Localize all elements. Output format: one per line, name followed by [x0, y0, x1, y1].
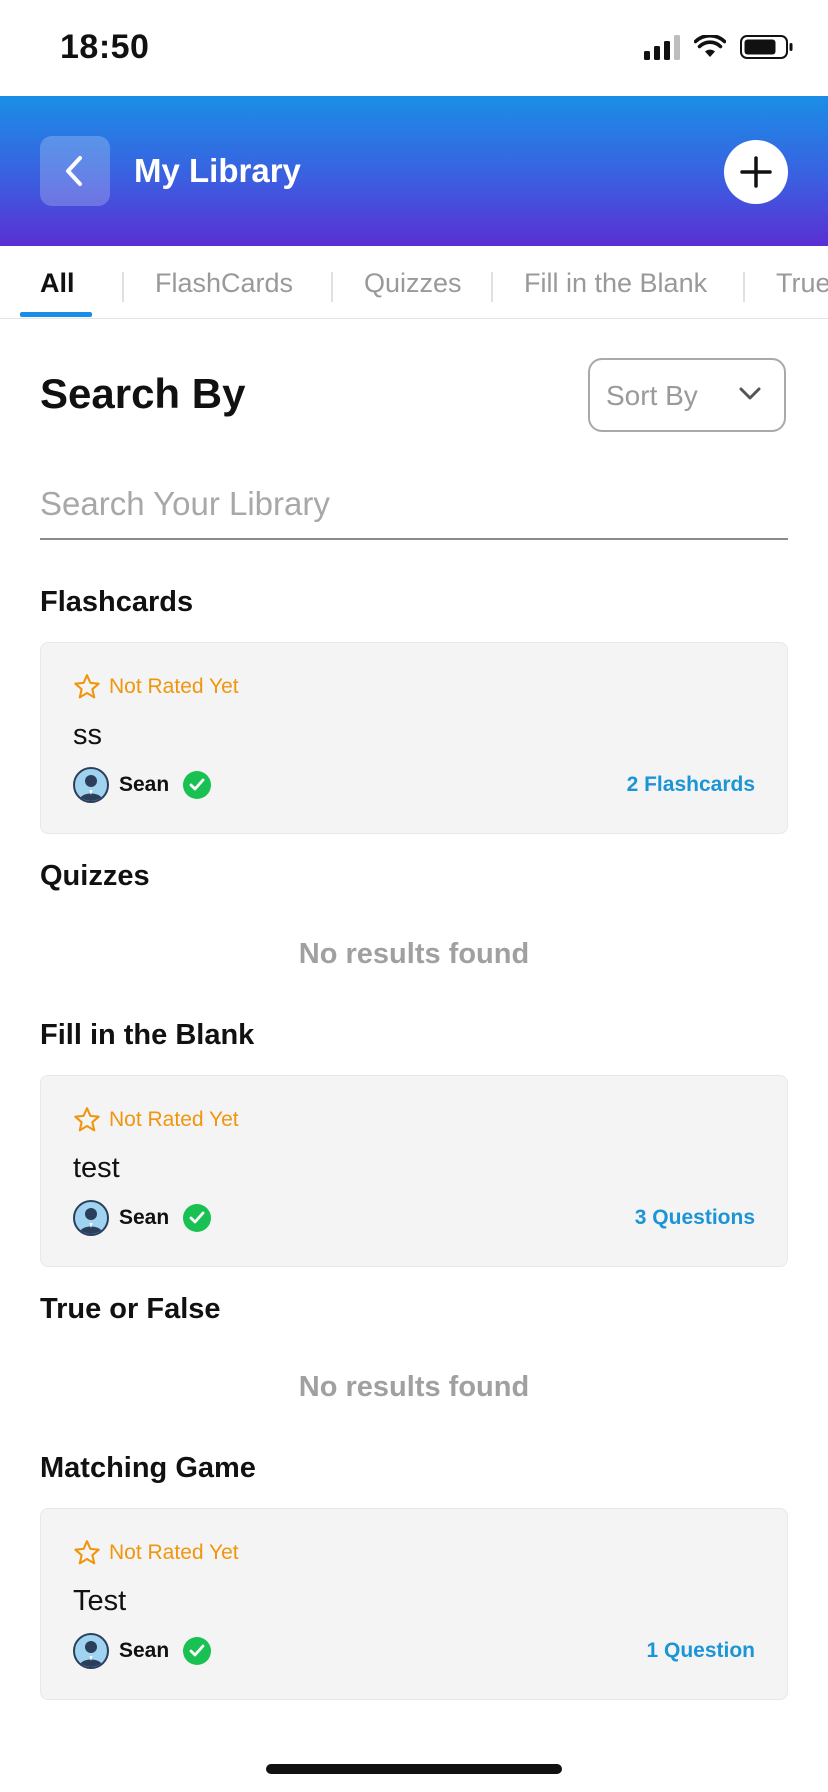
home-indicator[interactable] — [266, 1764, 562, 1774]
rating: Not Rated Yet — [73, 673, 239, 700]
category-tabs: All FlashCards Quizzes Fill in the Blank… — [0, 246, 828, 319]
tab-flashcards[interactable]: FlashCards — [155, 268, 293, 299]
chevron-left-icon — [66, 156, 82, 186]
add-button[interactable] — [724, 140, 788, 204]
star-outline-icon — [74, 1107, 100, 1132]
verified-check-icon — [183, 771, 212, 799]
cellular-signal-icon — [644, 34, 680, 60]
section-title-fill-in-the-blank: Fill in the Blank — [40, 1019, 255, 1051]
tab-divider — [331, 272, 333, 302]
back-button[interactable] — [40, 136, 110, 206]
author-name: Sean — [119, 1639, 170, 1662]
no-results-text: No results found — [298, 938, 530, 970]
avatar — [73, 1633, 109, 1669]
author: Sean — [73, 1633, 212, 1669]
no-results-text: No results found — [298, 1371, 530, 1403]
item-count: 1 Question — [646, 1639, 755, 1662]
author-name: Sean — [119, 773, 170, 796]
search-by-heading: Search By — [40, 370, 246, 417]
section-title-quizzes: Quizzes — [40, 860, 150, 892]
tab-divider — [122, 272, 124, 302]
sort-by-dropdown[interactable]: Sort By — [588, 358, 786, 432]
author-name: Sean — [119, 1206, 170, 1229]
author: Sean — [73, 767, 212, 803]
battery-icon — [740, 35, 793, 59]
sort-by-label: Sort By — [606, 380, 698, 411]
rating: Not Rated Yet — [73, 1106, 239, 1133]
star-outline-icon — [74, 1540, 100, 1565]
avatar — [73, 1200, 109, 1236]
library-card[interactable]: Not Rated Yet test Sean 3 Questions — [40, 1075, 788, 1267]
rating: Not Rated Yet — [73, 1539, 239, 1566]
card-title: ss — [73, 719, 102, 751]
author: Sean — [73, 1200, 212, 1236]
verified-check-icon — [183, 1637, 212, 1665]
status-bar: 18:50 — [0, 0, 828, 96]
card-title: test — [73, 1152, 120, 1184]
card-title: Test — [73, 1585, 127, 1617]
library-card[interactable]: Not Rated Yet ss Sean 2 Flashcards — [40, 642, 788, 834]
plus-icon — [740, 156, 772, 188]
section-title-true-or-false: True or False — [40, 1293, 221, 1325]
star-outline-icon — [74, 674, 100, 699]
rating-text: Not Rated Yet — [109, 1107, 239, 1131]
status-time: 18:50 — [60, 28, 150, 66]
tab-divider — [491, 272, 493, 302]
tab-all[interactable]: All — [40, 268, 75, 299]
page-title: My Library — [134, 152, 301, 189]
tab-divider — [743, 272, 745, 302]
rating-text: Not Rated Yet — [109, 674, 239, 698]
library-card[interactable]: Not Rated Yet Test Sean 1 Question — [40, 1508, 788, 1700]
section-title-flashcards: Flashcards — [40, 586, 194, 618]
rating-text: Not Rated Yet — [109, 1540, 239, 1564]
tab-fill-in-the-blank[interactable]: Fill in the Blank — [524, 268, 707, 299]
search-input[interactable] — [40, 470, 788, 540]
active-tab-indicator — [20, 312, 92, 317]
tab-true-or-false[interactable]: True — [776, 268, 828, 299]
verified-check-icon — [183, 1204, 212, 1232]
item-count: 2 Flashcards — [626, 773, 755, 796]
tab-quizzes[interactable]: Quizzes — [364, 268, 462, 299]
wifi-icon — [694, 35, 726, 57]
status-icons — [644, 34, 794, 60]
section-title-matching-game: Matching Game — [40, 1452, 256, 1484]
app-header: My Library — [0, 96, 828, 246]
avatar — [73, 767, 109, 803]
chevron-down-icon — [739, 387, 761, 400]
item-count: 3 Questions — [634, 1206, 755, 1229]
